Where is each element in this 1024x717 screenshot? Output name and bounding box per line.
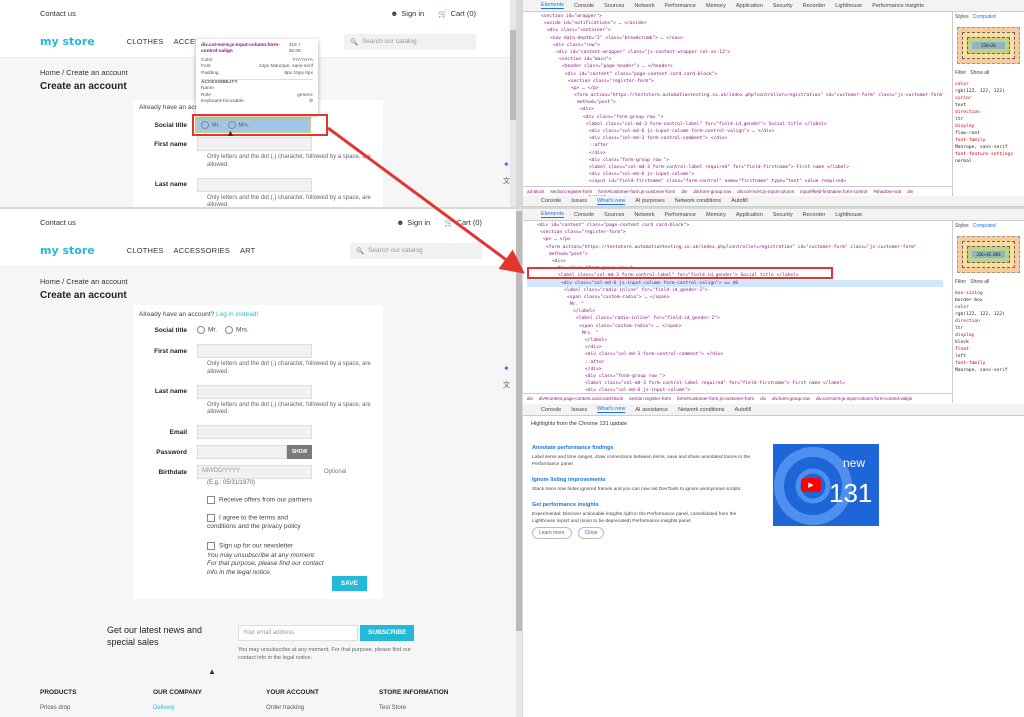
arrow-line bbox=[327, 126, 525, 274]
annotation-arrow bbox=[327, 126, 525, 274]
